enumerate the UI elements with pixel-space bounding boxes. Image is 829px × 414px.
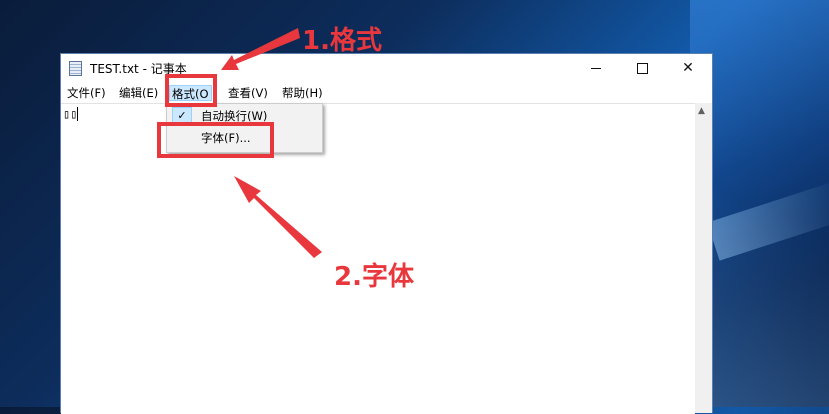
annotation-arrows bbox=[221, 28, 322, 258]
annotation-step-2: 2.字体 bbox=[334, 262, 414, 292]
arrow-2 bbox=[234, 176, 322, 258]
annotation-step-1: 1.格式 bbox=[302, 26, 382, 56]
arrow-1 bbox=[221, 28, 300, 70]
